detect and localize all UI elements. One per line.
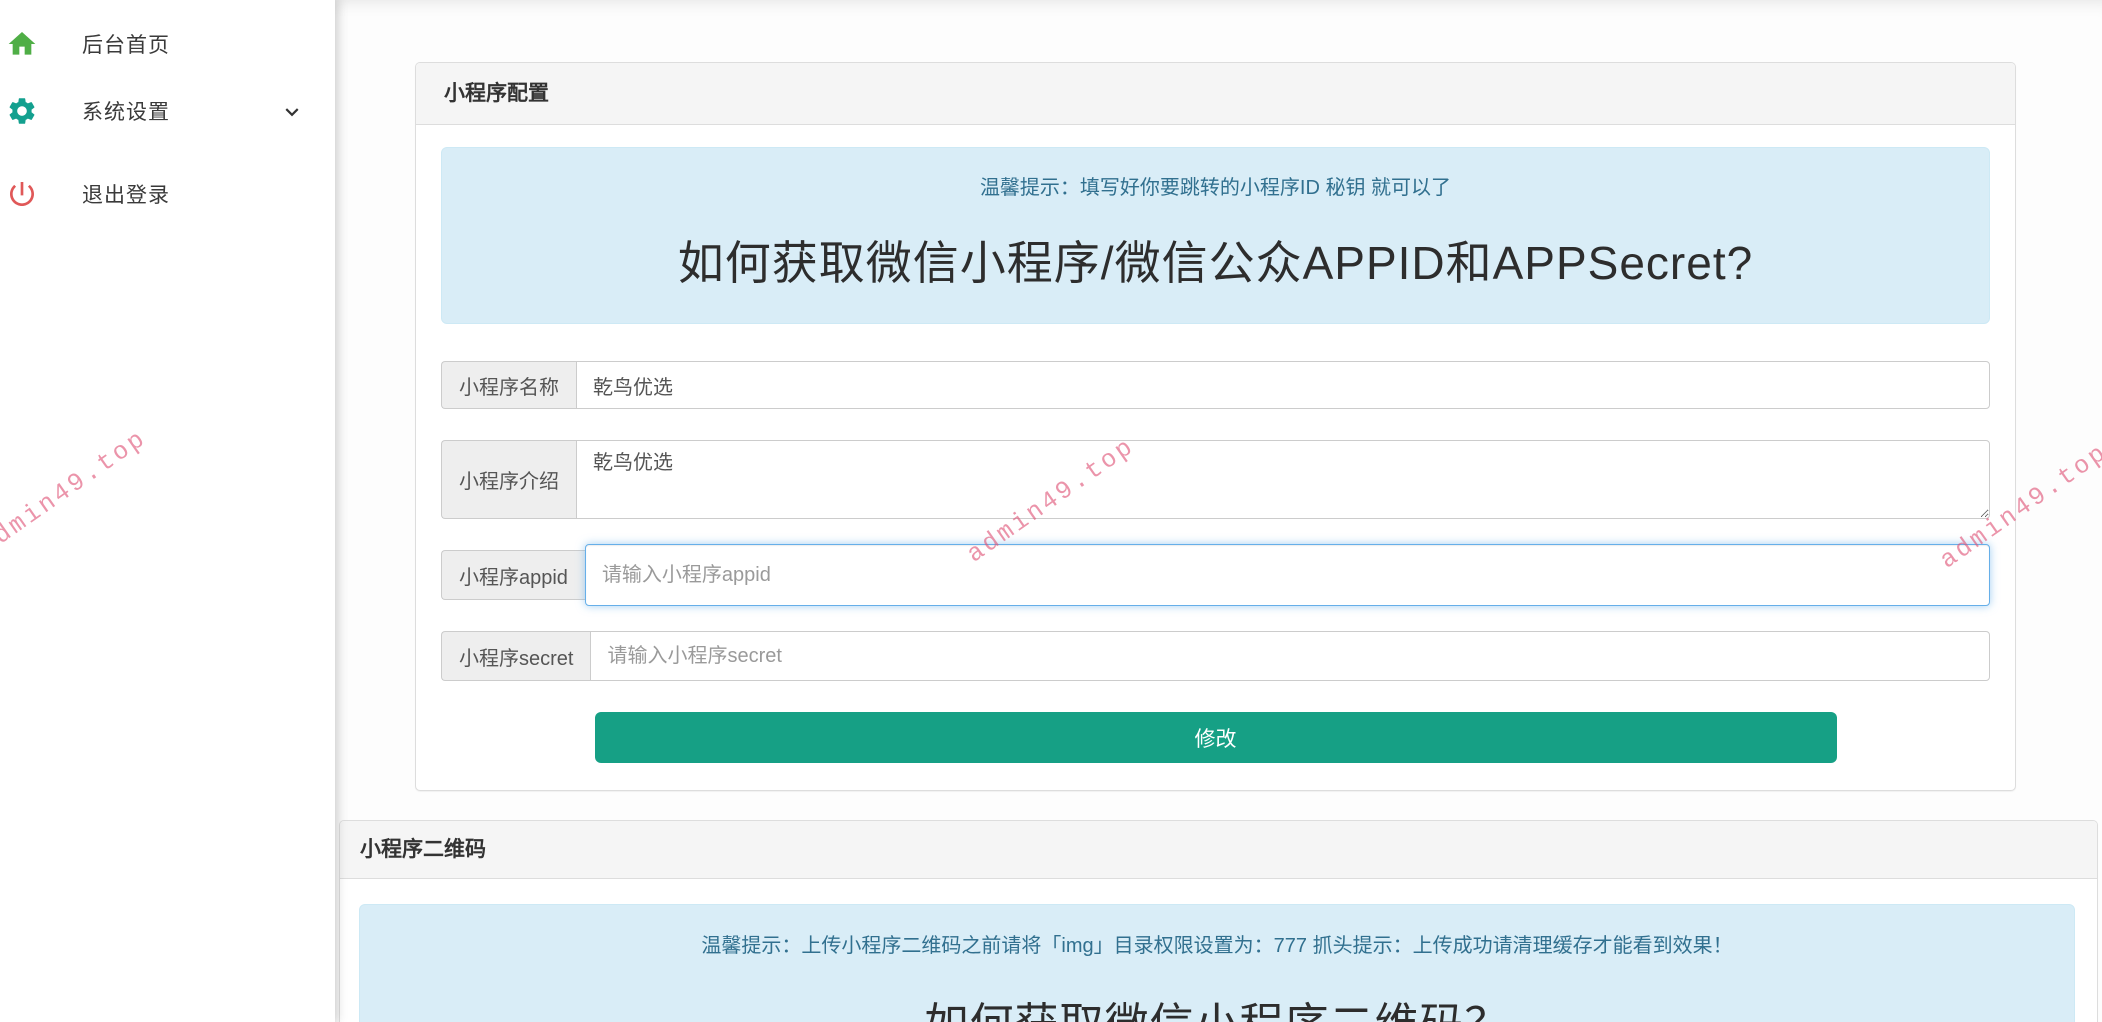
panel-body: 温馨提示：填写好你要跳转的小程序ID 秘钥 就可以了 如何获取微信小程序/微信公… <box>416 125 2015 790</box>
main-content: 小程序配置 温馨提示：填写好你要跳转的小程序ID 秘钥 就可以了 如何获取微信小… <box>335 0 2102 1022</box>
sidebar-item-logout[interactable]: 退出登录 <box>0 172 335 216</box>
sidebar-item-home[interactable]: 后台首页 <box>0 22 335 66</box>
appid-input[interactable] <box>585 544 1990 606</box>
name-input[interactable] <box>576 361 1990 409</box>
panel-body: 温馨提示：上传小程序二维码之前请将「img」目录权限设置为：777 抓头提示：上… <box>340 879 2097 1022</box>
qrcode-headline: 如何获取微信小程序二维码？ <box>360 988 2074 1022</box>
intro-textarea[interactable]: 乾鸟优选 <box>576 440 1990 519</box>
miniprogram-qrcode-panel: 小程序二维码 温馨提示：上传小程序二维码之前请将「img」目录权限设置为：777… <box>339 820 2098 1022</box>
intro-field-label: 小程序介绍 <box>441 440 576 519</box>
sidebar-item-settings[interactable]: 系统设置 <box>0 89 335 133</box>
qrcode-tip-text: 温馨提示：上传小程序二维码之前请将「img」目录权限设置为：777 抓头提示：上… <box>360 935 2074 957</box>
sidebar: 后台首页 系统设置 退出登录 <box>0 0 335 1022</box>
config-tip-text: 温馨提示：填写好你要跳转的小程序ID 秘钥 就可以了 <box>442 177 1989 199</box>
home-icon <box>6 28 38 60</box>
appid-field-label: 小程序appid <box>441 550 585 600</box>
name-field-label: 小程序名称 <box>441 361 576 409</box>
config-headline: 如何获取微信小程序/微信公众APPID和APPSecret? <box>442 227 1989 293</box>
sidebar-item-label: 后台首页 <box>82 29 170 59</box>
power-icon <box>6 178 38 210</box>
secret-input[interactable] <box>590 631 1990 681</box>
admin-page: admin49.top admin49.top admin49.top 后台首页… <box>0 0 2102 1022</box>
info-alert: 温馨提示：上传小程序二维码之前请将「img」目录权限设置为：777 抓头提示：上… <box>359 904 2075 1022</box>
info-alert: 温馨提示：填写好你要跳转的小程序ID 秘钥 就可以了 如何获取微信小程序/微信公… <box>441 147 1990 324</box>
form-row-name: 小程序名称 <box>441 361 1990 409</box>
chevron-down-icon[interactable] <box>279 99 305 125</box>
form-row-intro: 小程序介绍 乾鸟优选 <box>441 440 1990 519</box>
miniprogram-config-panel: 小程序配置 温馨提示：填写好你要跳转的小程序ID 秘钥 就可以了 如何获取微信小… <box>415 62 2016 791</box>
form-row-secret: 小程序secret <box>441 631 1990 681</box>
panel-title: 小程序二维码 <box>340 821 2097 879</box>
sidebar-item-label: 退出登录 <box>82 179 170 209</box>
gear-icon <box>6 95 38 127</box>
panel-title: 小程序配置 <box>416 63 2015 125</box>
secret-field-label: 小程序secret <box>441 631 590 681</box>
submit-button[interactable]: 修改 <box>595 712 1837 763</box>
form-row-appid: 小程序appid <box>441 550 1990 600</box>
sidebar-item-label: 系统设置 <box>82 96 170 126</box>
